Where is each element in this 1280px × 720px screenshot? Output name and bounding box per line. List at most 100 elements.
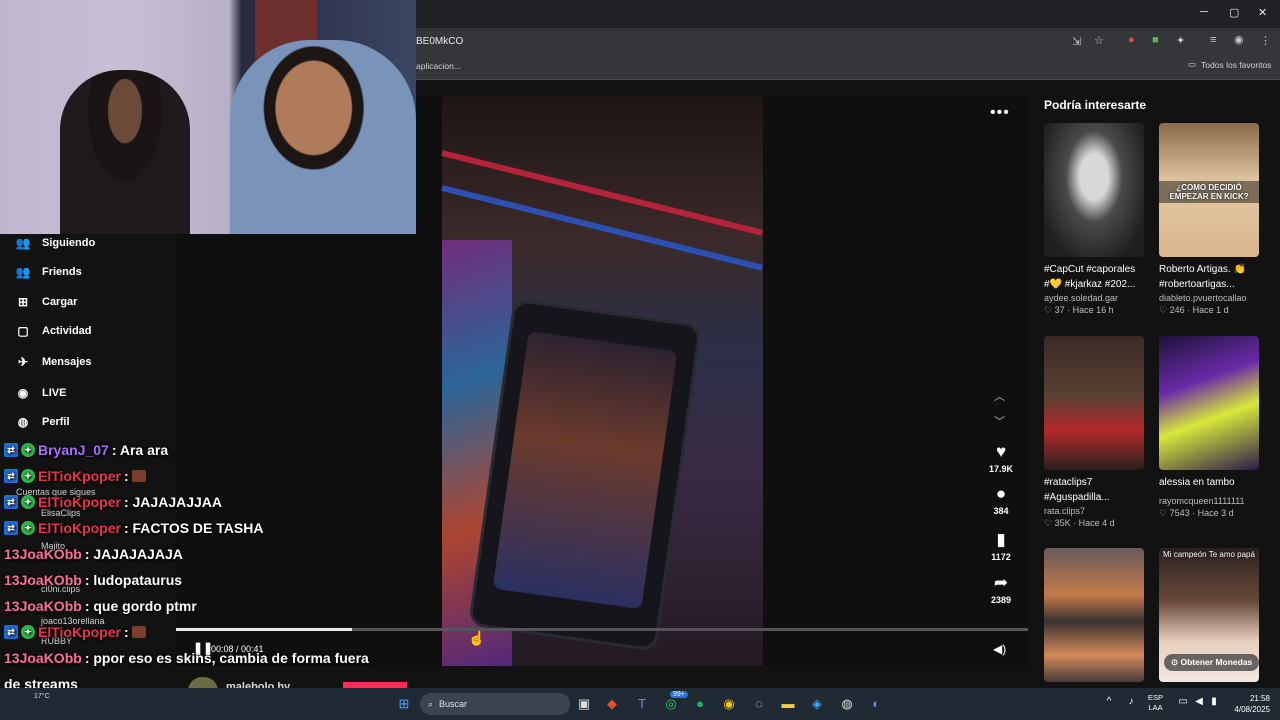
windows-start-icon[interactable]: ⊞ xyxy=(395,696,413,712)
chevron-up-icon[interactable]: ^ xyxy=(1100,696,1118,707)
teams-icon[interactable]: T xyxy=(633,696,651,711)
app-red-icon[interactable]: ◆ xyxy=(603,696,621,712)
sidebar-item-cargar[interactable]: ⊞ Cargar xyxy=(14,295,78,309)
badge-green-icon: ✦ xyxy=(21,521,35,535)
get-coins-label: Obtener Monedas xyxy=(1180,657,1253,667)
suggestion-card[interactable]: #rataclips7 #Aguspadilla... rata.clips7 … xyxy=(1044,336,1144,529)
chat-username[interactable]: 13JoaKObb xyxy=(4,598,82,614)
suggestion-card[interactable] xyxy=(1044,548,1144,682)
chat-username[interactable]: 13JoaKObb xyxy=(4,572,82,588)
chat-message: ⇄✦ElTioKpoper: xyxy=(4,624,146,640)
card-likes: 35K xyxy=(1054,518,1071,528)
install-icon[interactable]: ⇲ xyxy=(1072,35,1081,48)
coin-icon: ⊙ xyxy=(1171,657,1179,667)
chrome-icon[interactable]: ◉ xyxy=(720,696,738,712)
suggestion-thumbnail[interactable] xyxy=(1044,123,1144,257)
card-caption: #CapCut #caporales xyxy=(1044,264,1136,275)
maximize-icon[interactable]: ▢ xyxy=(1229,6,1239,19)
all-bookmarks-link[interactable]: ▭ Todos los favoritos xyxy=(1188,59,1271,70)
chat-username[interactable]: ElTioKpoper xyxy=(38,624,121,640)
chat-text: : JAJAJAJJAA xyxy=(123,494,223,510)
chevron-down-icon[interactable]: ﹀ xyxy=(994,413,1005,429)
obs-icon[interactable]: ◍ xyxy=(838,696,856,712)
url-text[interactable]: BE0MkCO xyxy=(416,36,463,47)
get-coins-button[interactable]: ⊙ Obtener Monedas xyxy=(1164,654,1260,671)
chat-username[interactable]: ElTioKpoper xyxy=(38,520,121,536)
badge-prime-icon: ⇄ xyxy=(4,495,18,509)
chat-username[interactable]: 13JoaKObb xyxy=(4,650,82,666)
sidebar-item-label: Actividad xyxy=(42,325,92,337)
file-explorer-icon[interactable]: ▬ xyxy=(779,696,797,711)
more-options-icon[interactable]: ••• xyxy=(990,104,1010,122)
extension-red-icon[interactable]: ● xyxy=(1128,34,1135,46)
sidebar-item-live[interactable]: ◉ LIVE xyxy=(14,386,67,400)
microphone-icon[interactable]: ♪ xyxy=(1122,696,1140,707)
sidebar-item-actividad[interactable]: ▢ Actividad xyxy=(14,324,92,338)
bookmark-item[interactable]: aplicacion... xyxy=(416,61,461,71)
volume-icon[interactable]: ◀) xyxy=(993,642,1006,656)
search-icon: ⌕ xyxy=(428,698,434,709)
weather-widget[interactable]: 17°C xyxy=(34,693,50,700)
suggestion-card[interactable]: #CapCut #caporales #💛 #kjarkaz #202... a… xyxy=(1044,123,1144,316)
bookmark-star-icon[interactable]: ☆ xyxy=(1094,34,1104,47)
emote-icon xyxy=(131,626,146,638)
search-placeholder: Buscar xyxy=(439,699,468,709)
comment-button[interactable]: ● 384 xyxy=(982,484,1020,516)
chevron-up-icon[interactable]: ︿ xyxy=(994,388,1005,404)
menu-dots-icon[interactable]: ⋮ xyxy=(1260,34,1271,47)
chat-username[interactable]: ElTioKpoper xyxy=(38,494,121,510)
extensions-puzzle-icon[interactable]: ✦ xyxy=(1176,34,1185,47)
suggestion-thumbnail[interactable] xyxy=(1044,336,1144,470)
close-icon[interactable]: ✕ xyxy=(1258,6,1267,19)
sidebar-item-siguiendo[interactable]: 👥 Siguiendo xyxy=(14,236,96,250)
share-button[interactable]: ➦ 2389 xyxy=(982,573,1020,605)
app-blue-icon[interactable]: ◈ xyxy=(808,696,826,712)
whatsapp-icon[interactable]: ◎ xyxy=(662,696,680,712)
suggestion-thumbnail[interactable] xyxy=(1159,336,1259,470)
suggestions-title: Podría interesarte xyxy=(1044,98,1147,112)
suggestion-thumbnail[interactable] xyxy=(1044,548,1144,682)
heart-outline-icon: ♡ xyxy=(1159,305,1168,315)
card-likes: 37 xyxy=(1054,305,1065,315)
spotify-icon[interactable]: ● xyxy=(691,696,709,711)
task-view-icon[interactable]: ▣ xyxy=(575,696,593,712)
chat-message: ⇄ ✦ BryanJ_07: Ara ara xyxy=(4,442,168,458)
profile-icon: ◍ xyxy=(17,415,29,429)
sidebar-item-perfil[interactable]: ◍ Perfil xyxy=(14,415,70,429)
card-username[interactable]: aydee.soledad.gar xyxy=(1044,293,1144,303)
chat-username[interactable]: BryanJ_07 xyxy=(38,442,109,458)
app-icon[interactable]: ◌ xyxy=(750,696,768,711)
discord-icon[interactable]: ◐ xyxy=(867,696,885,711)
suggestion-card[interactable]: alessia en tambo rayomcqueen1111111 ♡ 75… xyxy=(1159,336,1259,519)
chat-message: 13JoaKObb: ppor eso es skins, cambia de … xyxy=(4,650,369,666)
keyboard-layout-label: LAA xyxy=(1148,703,1163,712)
sidebar-item-friends[interactable]: 👥 Friends xyxy=(14,265,82,279)
chat-text: : FACTOS DE TASHA xyxy=(123,520,264,536)
sidebar-item-mensajes[interactable]: ✈ Mensajes xyxy=(14,355,92,369)
chat-message: ⇄✦ElTioKpoper: xyxy=(4,468,146,484)
chat-username[interactable]: ElTioKpoper xyxy=(38,468,121,484)
suggestion-thumbnail[interactable]: ¿COMO DECIDIÓ EMPEZAR EN KICK? xyxy=(1159,123,1259,257)
battery-icon[interactable]: ▮ xyxy=(1205,696,1223,707)
language-label: ESP xyxy=(1148,693,1164,702)
media-control-icon[interactable]: ≡ xyxy=(1210,34,1216,46)
extension-green-icon[interactable]: ■ xyxy=(1152,34,1159,46)
taskbar-search[interactable]: ⌕ Buscar xyxy=(420,693,570,715)
badge-prime-icon: ⇄ xyxy=(4,521,18,535)
profile-avatar-icon[interactable]: ◉ xyxy=(1234,33,1244,46)
minimize-icon[interactable]: ─ xyxy=(1200,6,1208,18)
card-username[interactable]: rata.clips7 xyxy=(1044,506,1144,516)
like-button[interactable]: ♥ 17.9K xyxy=(982,442,1020,474)
chat-username[interactable]: 13JoaKObb xyxy=(4,546,82,562)
all-bookmarks-label: Todos los favoritos xyxy=(1201,59,1272,70)
clock[interactable]: 21:58 4/08/2025 xyxy=(1222,693,1270,715)
card-username[interactable]: rayomcqueen1111111 xyxy=(1159,496,1259,506)
suggestion-card[interactable]: ¿COMO DECIDIÓ EMPEZAR EN KICK? Roberto A… xyxy=(1159,123,1259,316)
chat-text: : xyxy=(123,624,129,640)
language-indicator[interactable]: ESP LAA xyxy=(1148,693,1163,713)
save-button[interactable]: ▮ 1172 xyxy=(982,530,1020,562)
badge-green-icon: ✦ xyxy=(21,495,35,509)
card-meta: ♡ 7543 · Hace 3 d xyxy=(1159,508,1234,518)
card-username[interactable]: diableto.pvuertocallao xyxy=(1159,293,1259,303)
card-caption: #Aguspadilla... xyxy=(1044,492,1110,503)
